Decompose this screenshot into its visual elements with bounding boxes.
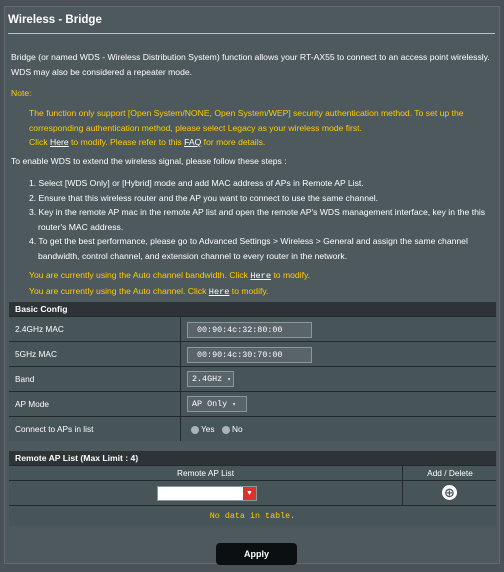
note-here-link[interactable]: Here bbox=[50, 137, 69, 147]
apply-button[interactable]: Apply bbox=[216, 543, 297, 565]
band-label: Band bbox=[9, 367, 181, 391]
col-add-delete: Add / Delete bbox=[402, 466, 497, 480]
intro-line-1: Bridge (or named WDS - Wireless Distribu… bbox=[11, 52, 490, 62]
ap-mode-select[interactable]: AP Only ▾ bbox=[187, 396, 247, 412]
empty-table-message: No data in table. bbox=[9, 505, 496, 526]
dropdown-arrow-icon[interactable]: ▼ bbox=[243, 487, 256, 500]
page: Wireless - Bridge Bridge (or named WDS -… bbox=[0, 0, 504, 572]
add-icon[interactable]: ⊕ bbox=[442, 485, 457, 500]
radio-yes[interactable] bbox=[191, 425, 199, 434]
mac24-label: 2.4GHz MAC bbox=[9, 317, 181, 341]
auto-ch-here-link[interactable]: Here bbox=[209, 287, 230, 297]
steps-list: 1. Select [WDS Only] or [Hybrid] mode an… bbox=[29, 176, 491, 263]
ap-mode-label: AP Mode bbox=[9, 392, 181, 416]
ap-mode-row: AP Mode AP Only ▾ bbox=[9, 391, 496, 416]
auto-ch-note: You are currently using the Auto channel… bbox=[29, 284, 268, 300]
auto-bw-text: You are currently using the Auto channel… bbox=[29, 270, 251, 280]
note-post-text: for more details. bbox=[201, 137, 266, 147]
remote-ap-table: Remote AP List (Max Limit : 4) Remote AP… bbox=[9, 451, 496, 526]
note-line-3: Click Here to modify. Please refer to th… bbox=[29, 135, 265, 150]
step-4: 4. To get the best performance, please g… bbox=[29, 236, 468, 246]
radio-no[interactable] bbox=[222, 425, 230, 434]
mac24-row: 2.4GHz MAC 00:90:4c:32:80:00 bbox=[9, 316, 496, 341]
connect-no-label: No bbox=[232, 424, 243, 434]
band-value: 2.4GHz bbox=[192, 374, 223, 384]
band-select[interactable]: 2.4GHz ▾ bbox=[187, 371, 234, 387]
auto-bw-post: to modify. bbox=[271, 270, 311, 280]
intro-line-2: WDS may also be considered a repeater mo… bbox=[11, 67, 193, 77]
page-title: Wireless - Bridge bbox=[8, 14, 102, 26]
connect-label: Connect to APs in list bbox=[9, 417, 181, 441]
step-3: 3. Key in the remote AP mac in the remot… bbox=[29, 207, 486, 217]
remote-ap-header: Remote AP List (Max Limit : 4) bbox=[9, 451, 496, 465]
chevron-down-icon: ▾ bbox=[227, 376, 231, 383]
remote-ap-input-row: ▼ ⊕ bbox=[9, 480, 496, 505]
mac5-label: 5GHz MAC bbox=[9, 342, 181, 366]
auto-ch-text: You are currently using the Auto channel… bbox=[29, 286, 209, 296]
connect-yes-option[interactable]: Yes bbox=[191, 417, 215, 441]
note-label: Note: bbox=[11, 88, 32, 98]
remote-ap-col-header: Remote AP List Add / Delete bbox=[9, 465, 496, 480]
mac24-field[interactable]: 00:90:4c:32:80:00 bbox=[187, 322, 312, 338]
chevron-down-icon: ▾ bbox=[232, 401, 236, 408]
faq-link[interactable]: FAQ bbox=[184, 137, 201, 147]
band-row: Band 2.4GHz ▾ bbox=[9, 366, 496, 391]
ap-mode-value: AP Only bbox=[192, 399, 228, 409]
connect-yes-label: Yes bbox=[201, 424, 215, 434]
connect-no-option[interactable]: No bbox=[222, 417, 243, 441]
note-click-text: Click bbox=[29, 137, 51, 147]
auto-bw-here-link[interactable]: Here bbox=[250, 271, 271, 281]
connect-row: Connect to APs in list Yes No bbox=[9, 416, 496, 441]
mac5-field[interactable]: 00:90:4c:30:70:00 bbox=[187, 347, 312, 363]
col-remote-ap-list: Remote AP List bbox=[176, 468, 235, 478]
step-1: 1. Select [WDS Only] or [Hybrid] mode an… bbox=[29, 178, 364, 188]
auto-ch-post: to modify. bbox=[229, 286, 269, 296]
note-mid-text: to modify. Please refer to this bbox=[68, 137, 185, 147]
basic-config-header: Basic Config bbox=[9, 302, 496, 316]
step-2: 2. Ensure that this wireless router and … bbox=[29, 192, 379, 203]
note-line-2: corresponding authentication method, ple… bbox=[29, 123, 362, 133]
basic-config-table: Basic Config 2.4GHz MAC 00:90:4c:32:80:0… bbox=[9, 302, 496, 441]
title-divider bbox=[8, 33, 495, 34]
step-3-cont: router's MAC address. bbox=[38, 221, 124, 232]
auto-bw-note: You are currently using the Auto channel… bbox=[29, 268, 310, 284]
steps-intro: To enable WDS to extend the wireless sig… bbox=[11, 156, 287, 166]
mac5-row: 5GHz MAC 00:90:4c:30:70:00 bbox=[9, 341, 496, 366]
remote-ap-combobox[interactable]: ▼ bbox=[157, 486, 257, 501]
step-4-cont: bandwidth, control channel, and extensio… bbox=[38, 250, 348, 261]
note-line-1: The function only support [Open System/N… bbox=[29, 108, 464, 118]
